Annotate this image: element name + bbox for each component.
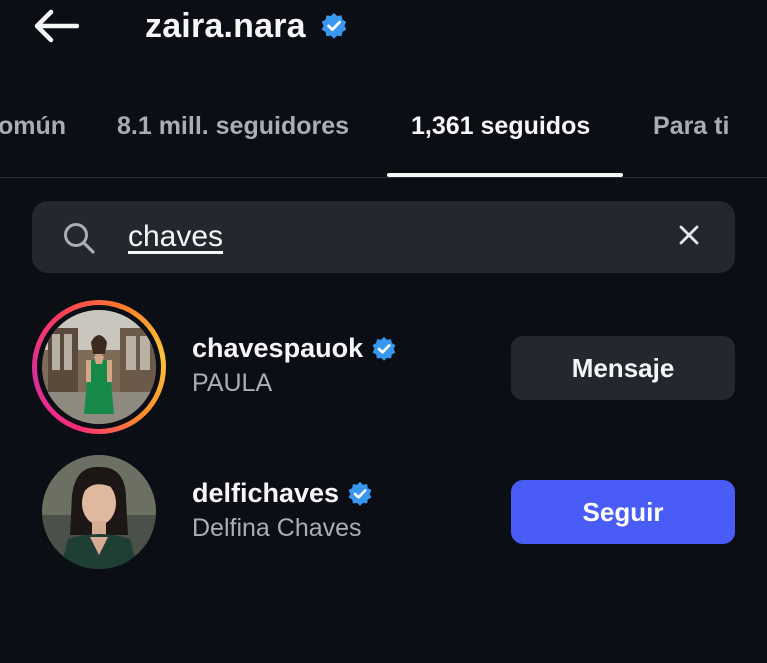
- search-bar: [32, 201, 735, 273]
- arrow-left-icon: [33, 9, 80, 48]
- username[interactable]: delfichaves: [192, 478, 339, 509]
- username-line: chavespauok: [192, 333, 397, 364]
- list-item[interactable]: chavespauok PAULA Mensaje: [0, 297, 767, 437]
- tab-seguidores[interactable]: 8.1 mill. seguidores: [117, 112, 349, 141]
- tab-seguidos[interactable]: 1,361 seguidos: [411, 112, 590, 141]
- tab-en-comun[interactable]: omún: [0, 112, 66, 141]
- verified-badge-icon: [371, 336, 397, 362]
- active-tab-indicator: [387, 173, 623, 177]
- username-line: delfichaves: [192, 478, 373, 509]
- username[interactable]: chavespauok: [192, 333, 363, 364]
- full-name: Delfina Chaves: [192, 514, 362, 542]
- close-icon: [678, 224, 700, 251]
- page-title: zaira.nara: [145, 6, 306, 45]
- story-ring[interactable]: [32, 300, 166, 434]
- search-input[interactable]: [128, 215, 648, 259]
- search-icon: [62, 221, 96, 260]
- follow-button[interactable]: Seguir: [511, 480, 735, 544]
- list-item[interactable]: delfichaves Delfina Chaves Seguir: [0, 442, 767, 582]
- verified-badge-icon: [347, 481, 373, 507]
- tab-para-ti[interactable]: Para ti: [653, 112, 729, 141]
- follow-tabs: omún 8.1 mill. seguidores 1,361 seguidos…: [0, 100, 767, 178]
- full-name: PAULA: [192, 369, 273, 397]
- clear-search-button[interactable]: [672, 221, 706, 253]
- message-button[interactable]: Mensaje: [511, 336, 735, 400]
- avatar[interactable]: [42, 455, 156, 569]
- profile-title: zaira.nara: [145, 2, 348, 50]
- avatar: [42, 310, 156, 424]
- top-bar: zaira.nara: [0, 0, 767, 60]
- verified-badge-icon: [320, 12, 348, 40]
- back-button[interactable]: [30, 8, 82, 48]
